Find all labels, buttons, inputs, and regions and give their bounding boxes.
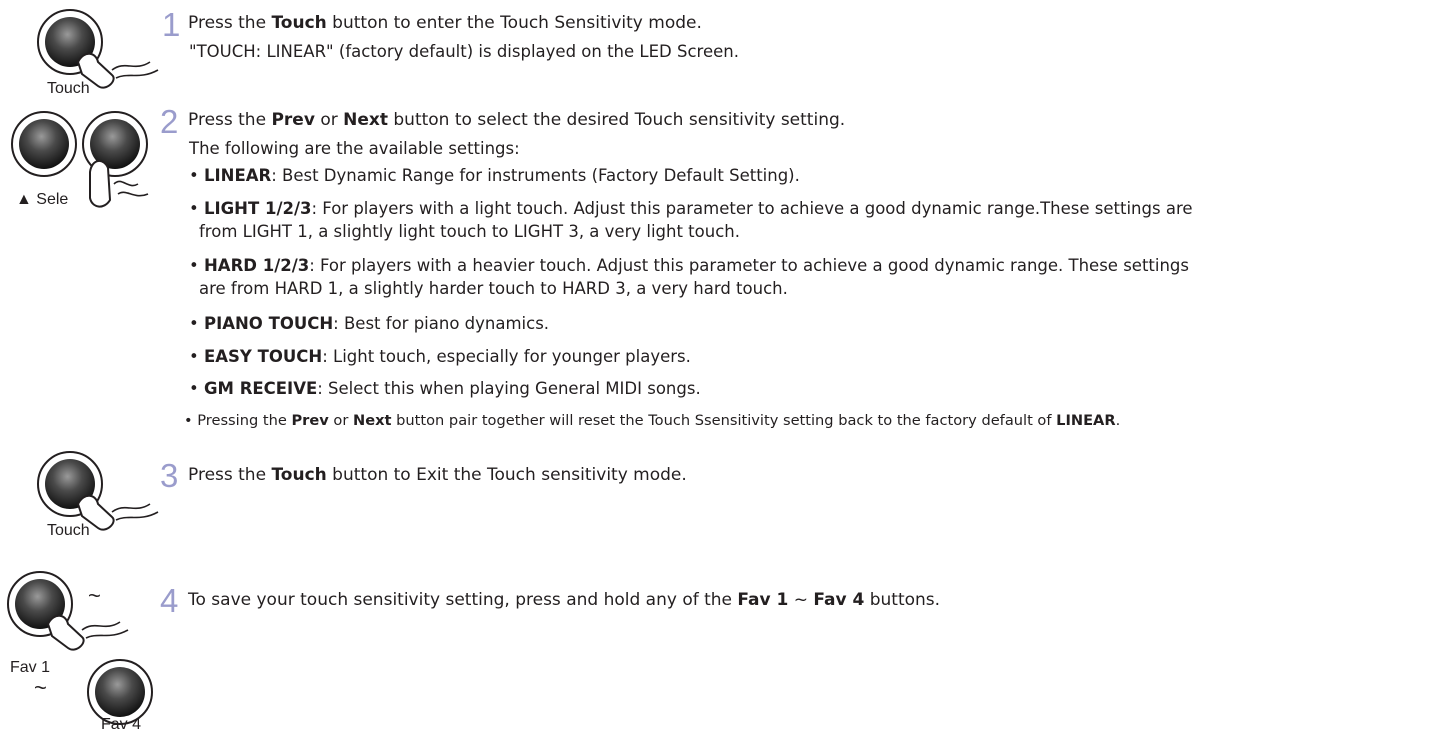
setting-light-continued: from LIGHT 1, a slightly light touch to … xyxy=(199,222,740,241)
step-3-instruction: Press the Touch button to Exit the Touch… xyxy=(188,465,687,485)
step-1-number: 1 xyxy=(162,6,181,43)
step-3-number: 3 xyxy=(160,457,179,494)
step-2-number: 2 xyxy=(160,103,179,140)
fav4-button-icon xyxy=(87,659,153,725)
select-label: ▲ Sele xyxy=(16,191,69,208)
step-2-instruction: Press the Prev or Next button to select … xyxy=(188,110,846,130)
touch-label-2: Touch xyxy=(47,522,90,539)
setting-hard: • HARD 1/2/3: For players with a heavier… xyxy=(189,256,1189,275)
setting-gm-receive: • GM RECEIVE: Select this when playing G… xyxy=(189,379,701,398)
step-2-settings-intro: The following are the available settings… xyxy=(189,139,520,158)
reset-note: • Pressing the Prev or Next button pair … xyxy=(184,412,1121,429)
step-1-instruction: Press the Touch button to enter the Touc… xyxy=(188,13,702,33)
next-button-icon xyxy=(82,111,149,208)
step-4-number: 4 xyxy=(160,582,179,619)
prev-button-icon xyxy=(11,111,77,177)
setting-piano-touch: • PIANO TOUCH: Best for piano dynamics. xyxy=(189,314,550,333)
step-4-instruction: To save your touch sensitivity setting, … xyxy=(188,590,941,610)
fav1-label: Fav 1 xyxy=(10,659,51,676)
setting-hard-continued: are from HARD 1, a slightly harder touch… xyxy=(199,279,788,298)
setting-light: • LIGHT 1/2/3: For players with a light … xyxy=(189,199,1193,218)
step-1-display-note: "TOUCH: LINEAR" (factory default) is dis… xyxy=(189,42,739,61)
setting-easy-touch: • EASY TOUCH: Light touch, especially fo… xyxy=(189,347,691,366)
fav4-label: Fav 4 xyxy=(101,716,142,733)
fav-tilde-1: ~ xyxy=(88,583,101,608)
fav1-button-icon xyxy=(7,571,129,651)
fav-tilde-2: ~ xyxy=(34,675,47,700)
setting-linear: • LINEAR: Best Dynamic Range for instrum… xyxy=(189,166,800,185)
touch-button-icon-2 xyxy=(37,451,159,531)
touch-label-1: Touch xyxy=(47,80,90,97)
touch-button-icon-1 xyxy=(37,9,159,89)
